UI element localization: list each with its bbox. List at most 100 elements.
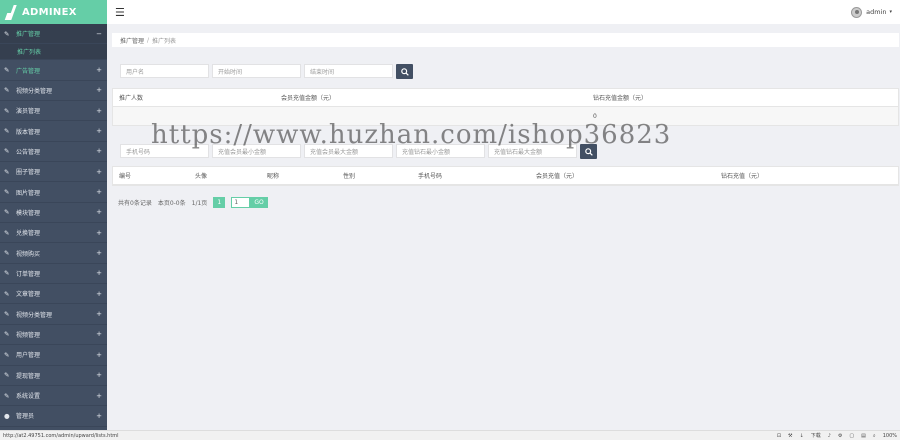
edit-icon: ✎ <box>4 208 10 217</box>
edit-icon: ✎ <box>4 391 10 400</box>
expand-icon: + <box>96 269 102 278</box>
sidebar-subitem-promotion-list[interactable]: 推广列表 <box>0 44 107 61</box>
sidebar: ADMINEX ✎ 推广管理 − 推广列表 ✎ 广告管理 + ✎ 视频分类管理 … <box>0 0 107 440</box>
expand-icon: + <box>96 208 102 217</box>
edit-icon: ✎ <box>4 330 10 339</box>
page-1-button[interactable]: 1 <box>213 197 226 208</box>
sidebar-item-users[interactable]: ✎ 用户管理 + <box>0 345 107 366</box>
sidebar-item-label: 提现管理 <box>16 372 41 380</box>
page-total: 1/1页 <box>191 200 208 207</box>
browser-status-bar: http://at2.49751.com/admin/upward/lists.… <box>0 430 900 440</box>
main-content: 推广管理 / 推广列表 用户名 开始时间 结束时间 推广人数 会员充值金额（元）… <box>107 24 900 415</box>
username-input[interactable]: 用户名 <box>120 64 209 78</box>
sidebar-item-label: 用户管理 <box>16 352 41 360</box>
user-name: admin <box>866 8 887 16</box>
sidebar-item-label: 订单管理 <box>16 270 41 278</box>
sidebar-item-label: 系统设置 <box>16 393 41 401</box>
sidebar-item-admins[interactable]: ● 管理员 + <box>0 406 107 427</box>
column-header: 编号 <box>119 173 132 180</box>
sidebar-item-articles[interactable]: ✎ 文章管理 + <box>0 284 107 305</box>
sound-icon[interactable]: ♪ <box>828 433 831 439</box>
expand-icon: + <box>96 310 102 319</box>
sidebar-item-videos[interactable]: ✎ 视频管理 + <box>0 325 107 346</box>
expand-icon: + <box>96 66 102 75</box>
sidebar-item-images[interactable]: ✎ 图片管理 + <box>0 182 107 203</box>
zoom-level[interactable]: 100% <box>883 433 897 439</box>
user-table: 编号 头像 昵称 性别 手机号码 会员充值（元） 钻石充值（元） <box>112 166 899 186</box>
end-time-input[interactable]: 结束时间 <box>304 64 393 78</box>
sidebar-item-label: 图片管理 <box>16 189 41 197</box>
sidebar-item-promotion[interactable]: ✎ 推广管理 − <box>0 24 107 45</box>
expand-icon: + <box>96 391 102 400</box>
edit-icon: ✎ <box>4 289 10 298</box>
search-button[interactable] <box>396 64 413 79</box>
sidebar-item-orders[interactable]: ✎ 订单管理 + <box>0 264 107 285</box>
phone-input[interactable]: 手机号码 <box>120 144 209 158</box>
summary-table: 推广人数 会员充值金额（元） 钻石充值金额（元） 0 <box>112 88 899 126</box>
sidebar-item-ads[interactable]: ✎ 广告管理 + <box>0 60 107 81</box>
window-icon[interactable]: ▢ <box>849 433 854 439</box>
diamond-max-input[interactable]: 充值钻石最大金额 <box>488 144 577 158</box>
hamburger-icon[interactable]: ☰ <box>115 6 125 19</box>
sidebar-item-label: 视频管理 <box>16 331 41 339</box>
vip-max-input[interactable]: 充值会员最大金额 <box>304 144 393 158</box>
column-header: 会员充值（元） <box>536 173 579 180</box>
logo[interactable]: ADMINEX <box>0 0 107 24</box>
edit-icon: ✎ <box>4 228 10 237</box>
expand-icon: + <box>96 289 102 298</box>
user-menu[interactable]: admin ▾ <box>851 6 892 18</box>
column-header: 钻石充值（元） <box>721 173 764 180</box>
start-time-input[interactable]: 开始时间 <box>212 64 301 78</box>
expand-icon: + <box>96 350 102 359</box>
expand-icon: + <box>96 86 102 95</box>
pagination: 共有0条记录 本页0-0条 1/1页 1 1 GO <box>118 197 268 208</box>
download-icon[interactable]: ↓ <box>800 433 804 439</box>
sidebar-item-announcements[interactable]: ✎ 公告管理 + <box>0 142 107 163</box>
edit-icon: ✎ <box>4 188 10 197</box>
logo-icon <box>5 4 19 20</box>
search-icon <box>584 147 593 156</box>
sidebar-item-exchange[interactable]: ✎ 兑换管理 + <box>0 223 107 244</box>
search-button-2[interactable] <box>580 144 597 159</box>
table-cell: 0 <box>593 112 597 120</box>
tools-icon[interactable]: ⚒ <box>788 433 792 439</box>
sidebar-item-label: 公告管理 <box>16 148 41 156</box>
expand-icon: + <box>96 330 102 339</box>
logo-text: ADMINEX <box>22 6 77 18</box>
top-header: ☰ admin ▾ <box>107 0 900 24</box>
sidebar-item-video-purchase[interactable]: ✎ 视频购买 + <box>0 243 107 264</box>
status-url: http://at2.49751.com/admin/upward/lists.… <box>3 432 119 439</box>
settings-icon[interactable]: ⚙ <box>838 433 842 439</box>
sidebar-item-label: 演员管理 <box>16 108 41 116</box>
sidebar-item-video-category-2[interactable]: ✎ 视频分类管理 + <box>0 304 107 325</box>
expand-icon: + <box>96 106 102 115</box>
sidebar-toggle-icon[interactable]: ▤ <box>861 433 866 439</box>
go-button[interactable]: GO <box>250 197 268 208</box>
expand-icon: + <box>96 228 102 237</box>
zoom-icon[interactable]: ⌕ <box>873 433 876 439</box>
sidebar-item-modules[interactable]: ✎ 模块管理 + <box>0 203 107 224</box>
column-header: 钻石充值金额（元） <box>593 95 648 102</box>
download-label[interactable]: 下载 <box>811 432 821 439</box>
sidebar-item-settings[interactable]: ✎ 系统设置 + <box>0 386 107 407</box>
sidebar-item-withdrawals[interactable]: ✎ 提现管理 + <box>0 366 107 386</box>
record-count: 共有0条记录 <box>118 200 152 207</box>
screenshot-icon[interactable]: ⊡ <box>777 433 781 439</box>
expand-icon: + <box>96 411 102 420</box>
edit-icon: ✎ <box>4 106 10 115</box>
sidebar-item-versions[interactable]: ✎ 版本管理 + <box>0 121 107 142</box>
sidebar-item-label: 视频分类管理 <box>16 311 53 319</box>
page-jump-input[interactable]: 1 <box>231 197 251 208</box>
expand-icon: + <box>96 127 102 136</box>
column-header: 推广人数 <box>119 95 144 102</box>
breadcrumb-separator: / <box>147 36 150 44</box>
sidebar-item-video-category[interactable]: ✎ 视频分类管理 + <box>0 81 107 102</box>
edit-icon: ✎ <box>4 29 10 38</box>
sidebar-item-actors[interactable]: ✎ 演员管理 + <box>0 101 107 122</box>
sidebar-item-circles[interactable]: ✎ 圈子管理 + <box>0 162 107 183</box>
diamond-min-input[interactable]: 充值钻石最小金额 <box>396 144 485 158</box>
sidebar-item-label: 模块管理 <box>16 209 41 217</box>
vip-min-input[interactable]: 充值会员最小金额 <box>212 144 301 158</box>
sidebar-menu: ✎ 推广管理 − 推广列表 ✎ 广告管理 + ✎ 视频分类管理 + ✎ 演员管理… <box>0 24 107 427</box>
breadcrumb-home[interactable]: 推广管理 <box>120 36 144 45</box>
